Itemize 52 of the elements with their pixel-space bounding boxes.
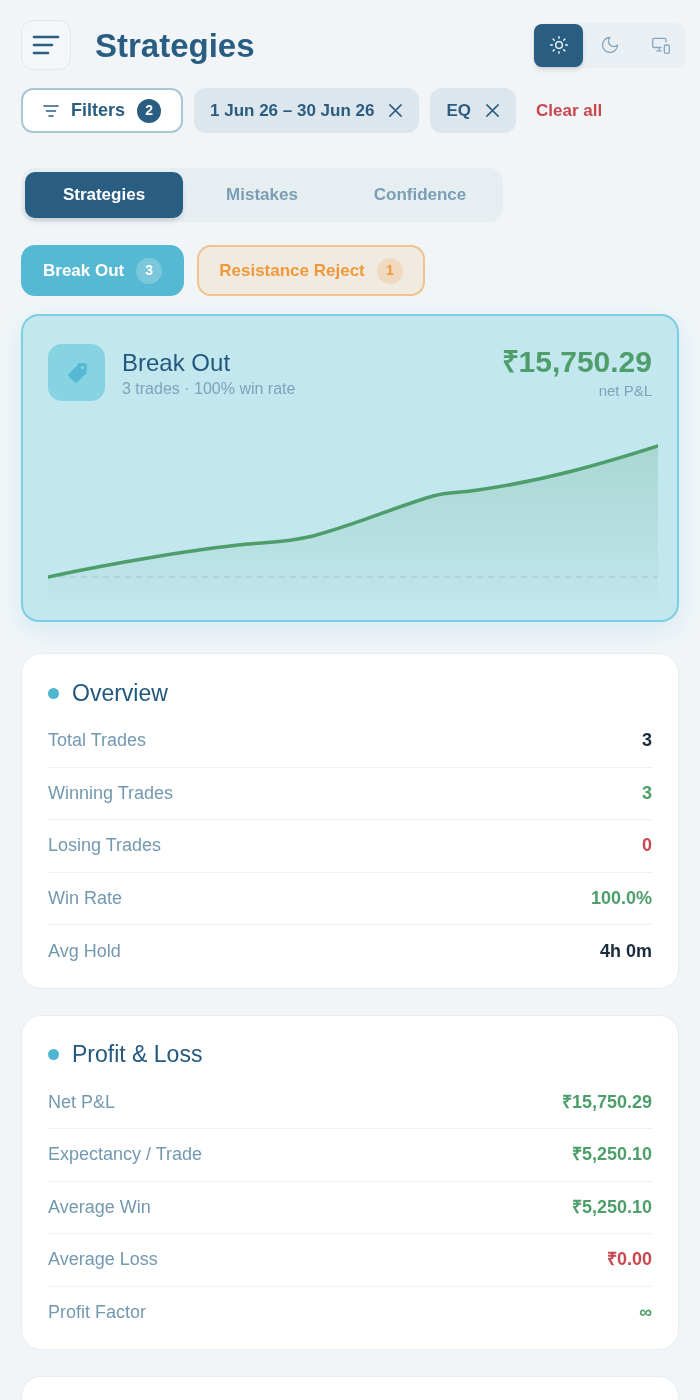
stat-value: ∞ [639,1301,652,1325]
chip-label: 1 Jun 26 – 30 Jun 26 [210,99,375,122]
stat-value: ₹5,250.10 [571,1195,652,1219]
stat-value: ₹15,750.29 [561,1090,652,1114]
stat-value: 3 [642,781,652,805]
section-title: Profit & Loss [72,1043,203,1066]
stat-label: Profit Factor [48,1301,147,1325]
strategy-title: Break Out [122,348,232,378]
stat-label: Average Loss [48,1248,158,1272]
devices-icon [650,35,671,55]
section-title: Overview [72,681,168,705]
strategy-subtitle: 3 trades · 100% win rate [122,379,296,399]
stat-label: Expectancy / Trade [48,1143,203,1167]
stat-label: Total Trades [48,729,147,753]
tab[interactable]: Mistakes [183,172,341,218]
bullet-icon [48,1049,59,1060]
net-pnl-amount: ₹15,750.29 [501,344,652,380]
stat-value: 100.0% [590,886,652,910]
filter-icon [43,104,59,117]
stat-value: 3 [642,729,652,753]
moon-icon [599,35,620,55]
sun-icon [548,35,569,55]
stat-value: 4h 0m [599,939,652,963]
filter-chip[interactable]: 1 Jun 26 – 30 Jun 26 [194,88,420,133]
stat-label: Average Win [48,1195,151,1219]
bullet-icon [48,687,59,699]
page-title: Strategies [95,28,255,62]
tab[interactable]: Confidence [341,172,499,218]
stat-label: Win Rate [48,886,123,910]
strategy-chip[interactable]: Break Out 3 [21,245,185,296]
theme-option[interactable] [534,23,583,67]
count-badge: 3 [136,257,163,284]
tab[interactable]: Strategies [25,172,183,218]
menu-icon [32,35,60,55]
stat-value: ₹5,250.10 [571,1143,652,1167]
stat-value: 0 [642,834,652,858]
count-badge: 1 [376,257,403,284]
stat-label: Avg Hold [48,939,121,963]
menu-button[interactable] [21,20,71,70]
filter-chip[interactable]: EQ [430,88,516,133]
stat-label: Losing Trades [48,834,162,858]
stat-label: Winning Trades [48,781,174,805]
close-icon[interactable] [485,103,500,118]
net-pnl-label: net P&L [598,381,652,401]
tag-icon [48,344,105,401]
filters-button[interactable]: Filters 2 [21,88,184,133]
stat-value: ₹0.00 [606,1248,652,1272]
count-badge: 2 [137,98,162,123]
close-icon[interactable] [388,103,404,118]
chip-label: EQ [446,99,471,122]
stat-label: Net P&L [48,1090,116,1114]
clear-all-link[interactable]: Clear all [536,97,603,124]
